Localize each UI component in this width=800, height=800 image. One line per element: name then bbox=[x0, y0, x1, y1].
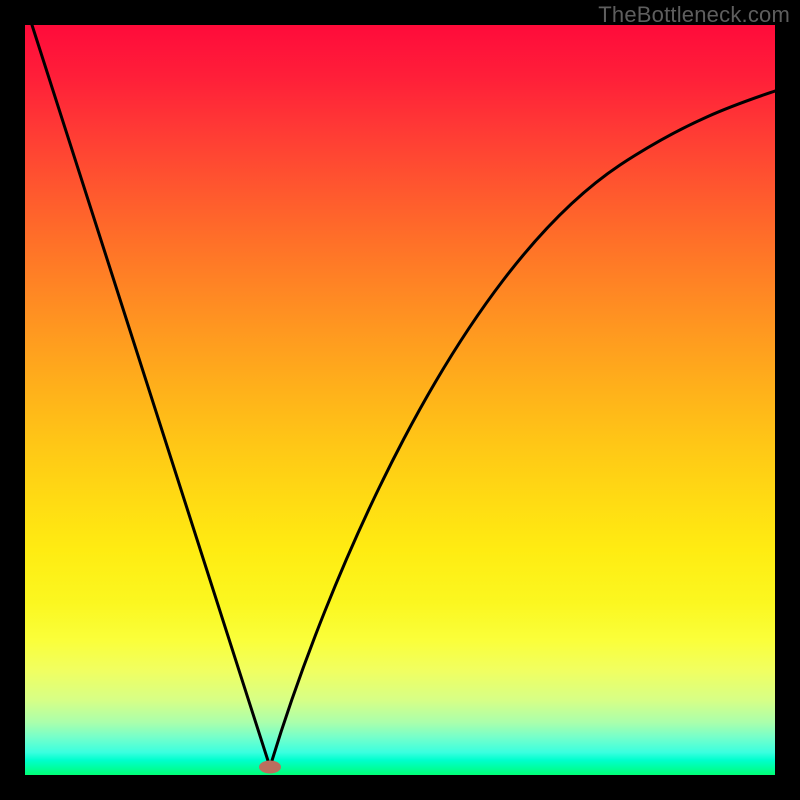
min-marker bbox=[259, 761, 281, 774]
plot-area bbox=[25, 25, 775, 775]
bottleneck-curve bbox=[25, 25, 775, 775]
chart-frame: TheBottleneck.com bbox=[0, 0, 800, 800]
curve-path bbox=[32, 25, 775, 767]
